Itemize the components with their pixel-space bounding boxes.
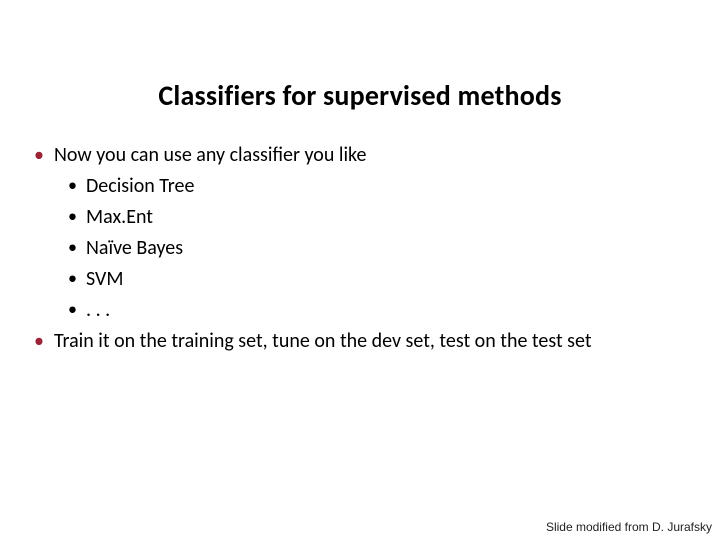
sub-bullet-item: Max.Ent <box>60 203 700 232</box>
bullet-text: Train it on the training set, tune on th… <box>54 329 592 353</box>
bullet-list: Now you can use any classifier you like … <box>20 141 700 356</box>
credit-text: Slide modified from D. Jurafsky <box>546 520 712 534</box>
sub-bullet-text: Decision Tree <box>86 174 194 198</box>
slide-body: Now you can use any classifier you like … <box>0 141 720 356</box>
bullet-item: Train it on the training set, tune on th… <box>28 327 700 356</box>
sub-bullet-item: . . . <box>60 296 700 325</box>
sub-bullet-text: Max.Ent <box>86 205 153 229</box>
sub-bullet-item: Decision Tree <box>60 172 700 201</box>
sub-bullet-text: SVM <box>86 267 124 291</box>
slide: Classifiers for supervised methods Now y… <box>0 0 720 540</box>
slide-title: Classifiers for supervised methods <box>0 0 720 141</box>
sub-bullet-item: Naïve Bayes <box>60 234 700 263</box>
bullet-text: Now you can use any classifier you like <box>54 143 366 167</box>
bullet-item: Now you can use any classifier you like … <box>28 141 700 325</box>
sub-bullet-text: . . . <box>86 298 110 322</box>
sub-bullet-item: SVM <box>60 265 700 294</box>
sub-bullet-text: Naïve Bayes <box>86 236 183 260</box>
sub-bullet-list: Decision Tree Max.Ent Naïve Bayes SVM . … <box>54 172 700 325</box>
